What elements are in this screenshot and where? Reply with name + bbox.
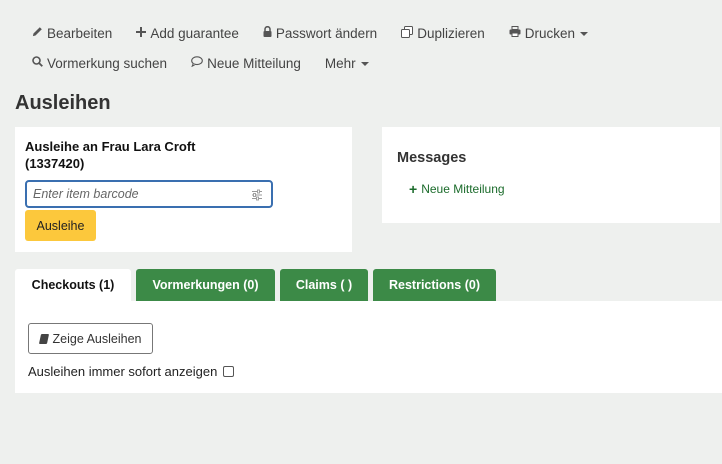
more-button-label: Mehr xyxy=(324,55,356,71)
comment-icon xyxy=(191,56,203,70)
new-message-link[interactable]: + Neue Mitteilung xyxy=(409,181,505,197)
new-message-link-label: Neue Mitteilung xyxy=(421,182,505,196)
add-guarantee-button[interactable]: Add guarantee xyxy=(124,19,251,47)
barcode-field xyxy=(25,180,273,208)
more-dropdown-button[interactable]: Mehr xyxy=(313,49,381,77)
change-password-button-label: Passwort ändern xyxy=(275,25,378,41)
edit-button[interactable]: Bearbeiten xyxy=(20,19,124,47)
checkout-patron-cardnumber: (1337420) xyxy=(25,156,85,171)
toolbar-row-1: Bearbeiten Add guarantee Passwort ändern… xyxy=(20,18,660,48)
show-checkouts-button[interactable]: Zeige Ausleihen xyxy=(28,323,153,354)
plus-icon: + xyxy=(409,181,418,197)
tab-checkouts[interactable]: Checkouts (1) xyxy=(15,269,131,301)
edit-button-label: Bearbeiten xyxy=(47,25,113,41)
search-icon xyxy=(32,56,43,70)
checkout-submit-button[interactable]: Ausleihe xyxy=(25,210,96,241)
tab-restrictions[interactable]: Restrictions (0) xyxy=(373,269,496,301)
duplicate-button-label: Duplizieren xyxy=(417,25,485,41)
messages-title: Messages xyxy=(397,150,467,166)
toolbar-row-2: Vormerkung suchen Neue Mitteilung Mehr xyxy=(20,48,660,78)
search-hold-button-label: Vormerkung suchen xyxy=(47,55,168,71)
book-icon xyxy=(38,333,49,344)
show-checkouts-label: Zeige Ausleihen xyxy=(52,331,142,346)
copy-icon xyxy=(401,25,414,41)
page-title: Ausleihen xyxy=(15,92,111,114)
always-show-option: Ausleihen immer sofort anzeigen xyxy=(28,364,235,379)
tab-holds[interactable]: Vormerkungen (0) xyxy=(136,269,275,301)
checkout-heading: Ausleihe an Frau Lara Croft (1337420) xyxy=(25,138,195,172)
add-guarantee-button-label: Add guarantee xyxy=(150,25,239,41)
lock-icon xyxy=(263,25,272,40)
always-show-checkbox[interactable] xyxy=(223,366,235,377)
checkout-patron-name: Ausleihe an Frau Lara Croft xyxy=(25,139,196,154)
duplicate-button[interactable]: Duplizieren xyxy=(389,19,497,47)
checkout-panel: Ausleihe an Frau Lara Croft (1337420) Au… xyxy=(15,127,352,252)
print-icon xyxy=(509,26,521,40)
messages-panel: Messages + Neue Mitteilung xyxy=(382,127,720,223)
chevron-down-icon xyxy=(360,62,369,66)
chevron-down-icon xyxy=(580,32,589,36)
barcode-input[interactable] xyxy=(33,186,243,202)
print-dropdown-button[interactable]: Drucken xyxy=(497,19,600,47)
search-hold-button[interactable]: Vormerkung suchen xyxy=(20,49,179,77)
patron-toolbar: Bearbeiten Add guarantee Passwort ändern… xyxy=(20,18,660,78)
always-show-label: Ausleihen immer sofort anzeigen xyxy=(28,364,218,379)
change-password-button[interactable]: Passwort ändern xyxy=(251,19,389,47)
sliders-icon[interactable] xyxy=(251,188,263,201)
tab-claims[interactable]: Claims ( ) xyxy=(280,269,368,301)
pencil-icon xyxy=(32,26,43,40)
print-button-label: Drucken xyxy=(524,25,576,41)
plus-icon xyxy=(136,26,147,40)
new-message-toolbar-button[interactable]: Neue Mitteilung xyxy=(179,49,313,77)
circulation-tabs: Checkouts (1) Vormerkungen (0) Claims ( … xyxy=(15,269,501,301)
checkouts-tab-panel: Zeige Ausleihen Ausleihen immer sofort a… xyxy=(15,301,722,393)
new-message-toolbar-label: Neue Mitteilung xyxy=(207,55,301,71)
